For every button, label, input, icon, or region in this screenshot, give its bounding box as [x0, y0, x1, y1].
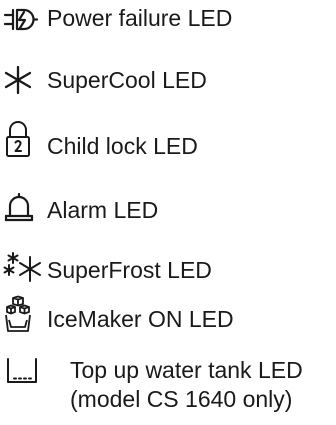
legend-item-supercool: SuperCool LED	[0, 58, 336, 100]
legend-item-alarm: Alarm LED	[0, 186, 336, 230]
legend-item-icemaker: IceMaker ON LED	[0, 292, 336, 340]
child-lock-icon	[5, 120, 31, 158]
water-tank-icon	[6, 358, 38, 384]
alarm-bell-icon	[4, 192, 34, 224]
legend-item-superfrost: SuperFrost LED	[0, 248, 336, 288]
superfrost-icon	[3, 252, 41, 282]
legend-label: Power failure LED	[47, 5, 233, 31]
supercool-icon	[4, 65, 32, 95]
legend-label: Top up water tank LED (model CS 1640 onl…	[70, 356, 303, 414]
legend-label: Alarm LED	[47, 197, 159, 223]
legend-item-child-lock: Child lock LED	[0, 118, 336, 164]
legend-label: SuperFrost LED	[47, 257, 212, 283]
legend-label: Child lock LED	[47, 133, 198, 159]
legend-label: IceMaker ON LED	[47, 306, 234, 332]
legend-label-line-1: Top up water tank LED	[70, 357, 303, 383]
icemaker-icon	[5, 295, 31, 332]
legend-label: SuperCool LED	[47, 67, 207, 93]
legend-item-water-tank: Top up water tank LED (model CS 1640 onl…	[0, 352, 336, 425]
legend-item-power-failure: Power failure LED	[0, 0, 336, 38]
legend-label-line-2: (model CS 1640 only)	[70, 386, 293, 412]
power-failure-icon	[3, 7, 39, 33]
led-legend-page: { "legend": { "items": [ { "icon": "powe…	[0, 0, 336, 425]
